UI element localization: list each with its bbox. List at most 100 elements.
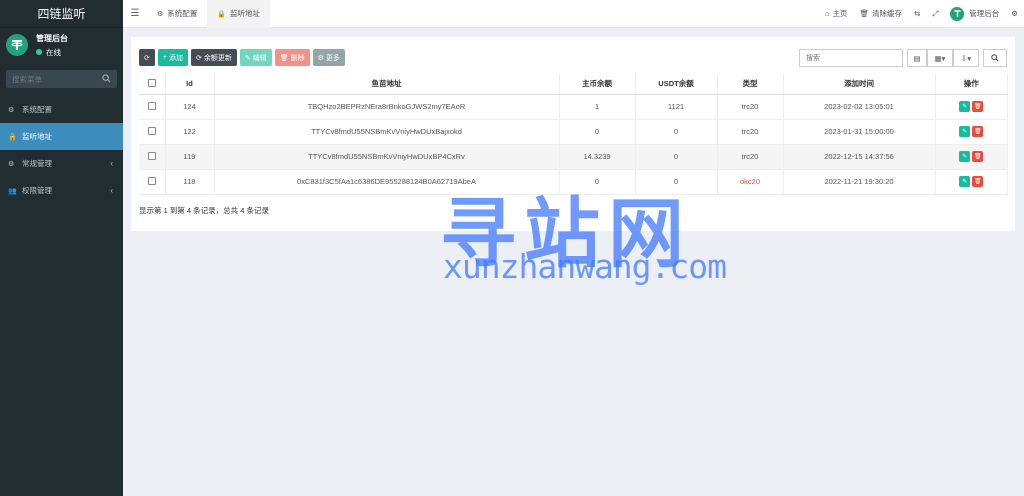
sidebar-item-system-config[interactable]: ⚙ 系统配置 [0, 96, 123, 123]
row-checkbox[interactable] [147, 176, 156, 185]
pencil-icon: ✎ [244, 54, 251, 62]
cell-time: 2023-01-31 15:00:00 [783, 119, 936, 145]
sidebar-search-input[interactable] [12, 74, 102, 84]
cell-usdt-balance: 0 [635, 119, 718, 145]
search-icon[interactable] [983, 49, 1007, 67]
trash-icon: 🗑 [279, 54, 289, 62]
sidebar: 四链监听 管理后台 在线 ⚙ 系统配置 🔒 监听地址 ⚙ 常规管理 ‹ 👥 [0, 0, 123, 496]
select-all-checkbox[interactable] [147, 78, 156, 87]
edit-row-icon[interactable]: ✎ [959, 101, 971, 112]
column-header[interactable]: Id [165, 74, 215, 95]
add-button[interactable]: + 添加 [157, 49, 188, 66]
delete-row-icon[interactable]: 🗑 [972, 151, 984, 162]
columns-dropdown-icon[interactable]: ▦▾ [927, 49, 953, 67]
sidebar-item-general-management[interactable]: ⚙ 常规管理 ‹ [0, 150, 123, 177]
delete-button[interactable]: 🗑 删除 [274, 49, 310, 66]
language-icon[interactable]: ⇆ [908, 9, 926, 18]
lock-icon: 🔒 [217, 10, 226, 18]
delete-row-icon[interactable]: 🗑 [972, 101, 984, 112]
admin-label: 管理后台 [969, 9, 1000, 18]
tab-label: 系统配置 [167, 9, 198, 18]
admin-profile[interactable]: 管理后台 [944, 6, 1005, 21]
sidebar-item-label: 常规管理 [22, 159, 52, 168]
table-tools: ▤ ▦▾ ⇩▾ [799, 49, 1007, 67]
cell-type: okc20 [717, 169, 784, 195]
sidebar-item-permission-management[interactable]: 👥 权限管理 ‹ [0, 177, 123, 204]
sidebar-menu: ⚙ 系统配置 🔒 监听地址 ⚙ 常规管理 ‹ 👥 权限管理 ‹ [0, 96, 123, 204]
clear-cache-label: 清除缓存 [871, 9, 902, 18]
cell-type: trc20 [717, 144, 784, 170]
tab-monitor-address[interactable]: 🔒 监听地址 [207, 0, 270, 28]
column-header[interactable]: 鱼苗地址 [214, 74, 560, 95]
cell-address: TTYCv8fmdU55NSBmKvVniyHwDUxBP4CxRv [214, 144, 560, 170]
refresh-icon: ⟳ [144, 54, 150, 62]
row-checkbox[interactable] [147, 126, 156, 135]
plus-icon: + [162, 54, 167, 61]
more-label: 更多 [325, 54, 340, 62]
tether-logo-icon [950, 6, 965, 21]
home-link[interactable]: ⌂ 主页 [819, 8, 854, 19]
sidebar-item-monitor-address[interactable]: 🔒 监听地址 [0, 123, 123, 150]
cell-usdt-balance: 1121 [635, 94, 718, 120]
home-icon: ⌂ [824, 9, 830, 18]
edit-row-icon[interactable]: ✎ [959, 151, 971, 162]
more-button[interactable]: ⚙ 更多 [312, 49, 345, 66]
chevron-left-icon: ‹ [110, 186, 113, 195]
row-checkbox[interactable] [147, 151, 156, 160]
search-icon[interactable] [102, 73, 111, 85]
refresh-button[interactable]: ⟳ [139, 49, 155, 66]
watermark-en: xunzhanwang.com [443, 247, 727, 286]
add-label: 添加 [168, 54, 183, 62]
table-header-row: Id 鱼苗地址 主币余额 USDT余额 类型 添加时间 操作 [139, 74, 1008, 95]
lock-icon: 🔒 [8, 133, 17, 141]
home-label: 主页 [832, 9, 848, 18]
export-dropdown-icon[interactable]: ⇩▾ [953, 49, 979, 67]
settings-icon[interactable]: ⚙ [1005, 9, 1024, 18]
delete-label: 删除 [290, 54, 305, 62]
column-header[interactable]: 添加时间 [783, 74, 936, 95]
sidebar-item-label: 系统配置 [22, 105, 52, 114]
refresh-icon: ⟳ [195, 54, 202, 62]
row-checkbox[interactable] [147, 101, 156, 110]
table-row: 122 TTYCv8fmdU55NSBmKvVniyHwDUxBajxokd 0… [139, 119, 1008, 145]
cell-type: trc20 [717, 119, 784, 145]
table-search-input[interactable] [799, 49, 903, 67]
chevron-left-icon: ‹ [110, 159, 113, 168]
tab-label: 监听地址 [230, 9, 260, 18]
column-header[interactable]: 类型 [717, 74, 784, 95]
edit-row-icon[interactable]: ✎ [959, 126, 971, 137]
cell-time: 2022-11-21 19:30:20 [783, 169, 936, 195]
pagination-info: 显示第 1 到第 4 条记录，总共 4 条记录 [139, 206, 270, 215]
refresh-balance-label: 余额更新 [203, 54, 232, 62]
toggle-view-icon[interactable]: ▤ [907, 49, 927, 67]
gear-icon: ⚙ [157, 10, 164, 18]
sidebar-item-label: 监听地址 [22, 132, 52, 141]
brand-title[interactable]: 四链监听 [0, 0, 123, 28]
edit-button[interactable]: ✎ 编辑 [239, 49, 272, 66]
menu-toggle-icon[interactable]: ☰ [123, 8, 147, 19]
cell-type: trc20 [717, 94, 784, 120]
cell-id: 119 [165, 144, 215, 170]
tab-system-config[interactable]: ⚙ 系统配置 [147, 0, 207, 28]
toolbar: ⟳ + 添加 ⟳ 余额更新 ✎ 编辑 🗑 删除 ⚙ 更多 [139, 49, 348, 66]
users-icon: 👥 [8, 187, 17, 195]
cogs-icon: ⚙ [8, 160, 15, 168]
delete-row-icon[interactable]: 🗑 [972, 126, 984, 137]
edit-label: 编辑 [252, 54, 267, 62]
edit-row-icon[interactable]: ✎ [959, 176, 971, 187]
fullscreen-icon[interactable]: ⤢ [926, 9, 944, 19]
cell-main-balance: 0 [559, 119, 636, 145]
table-row: 124 TBQHzo2BEPRzNEra8rBnkoGJWS2my7EAoR 1… [139, 94, 1008, 120]
trash-icon: 🗑 [859, 9, 869, 18]
column-header[interactable]: 主币余额 [559, 74, 636, 95]
delete-row-icon[interactable]: 🗑 [972, 176, 984, 187]
column-header[interactable]: USDT余额 [635, 74, 718, 95]
clear-cache-button[interactable]: 🗑 清除缓存 [853, 8, 908, 19]
cell-time: 2022-12-15 14:37:56 [783, 144, 936, 170]
table-row: 119 TTYCv8fmdU55NSBmKvVniyHwDUxBP4CxRv 1… [139, 144, 1008, 170]
sidebar-item-label: 权限管理 [22, 186, 52, 195]
top-navbar: ☰ ⚙ 系统配置 🔒 监听地址 ⌂ 主页 🗑 清除缓存 ⇆ ⤢ 管理后台 ⚙ [123, 0, 1024, 28]
online-dot-icon [36, 49, 42, 55]
sidebar-search [6, 70, 117, 88]
refresh-balance-button[interactable]: ⟳ 余额更新 [190, 49, 237, 66]
